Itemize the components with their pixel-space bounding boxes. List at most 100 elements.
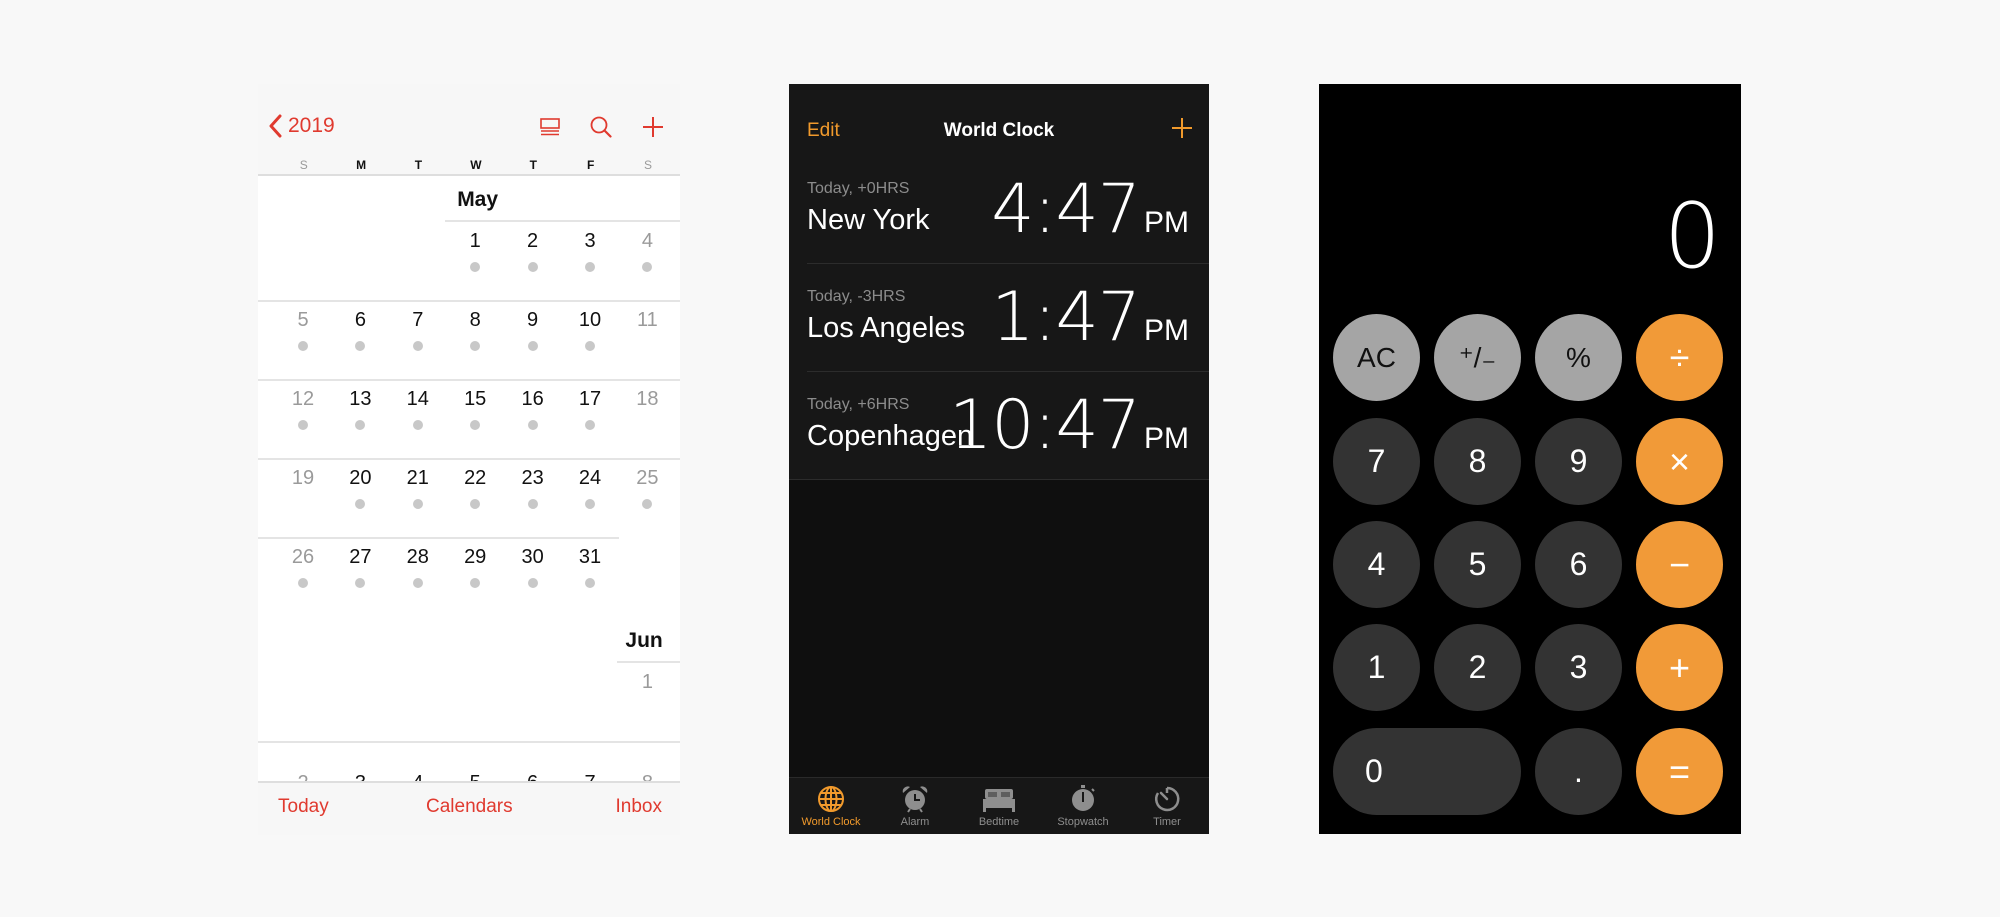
tab-world-clock[interactable]: World Clock — [789, 778, 873, 834]
list-view-button[interactable] — [540, 118, 560, 136]
key-5-button[interactable]: 5 — [1434, 521, 1521, 608]
key-0-button[interactable]: 0 — [1333, 728, 1521, 815]
calendar-day[interactable]: 15 — [446, 388, 504, 411]
key-subtract-button[interactable]: − — [1636, 521, 1723, 608]
event-dot — [355, 578, 366, 588]
divider — [258, 300, 680, 302]
time-offset: Today, +0HRS — [807, 180, 910, 197]
calendar-day[interactable]: 2 — [504, 230, 562, 253]
calendar-day[interactable]: 4 — [618, 230, 676, 253]
calendar-day[interactable]: 18 — [618, 388, 676, 411]
divider — [258, 741, 680, 743]
calendar-day[interactable]: 7 — [389, 309, 447, 332]
calendar-day[interactable]: 19 — [274, 467, 332, 490]
key-percent-button[interactable]: % — [1535, 314, 1622, 401]
key-sign-button[interactable]: ⁺/₋ — [1434, 314, 1521, 401]
key-divide-button[interactable]: ÷ — [1636, 314, 1723, 401]
calendar-day[interactable]: 9 — [504, 309, 562, 332]
key-3-button[interactable]: 3 — [1535, 624, 1622, 711]
calendar-day[interactable]: 3 — [561, 230, 619, 253]
calendars-button[interactable]: Calendars — [426, 796, 513, 818]
calendar-day[interactable]: 27 — [331, 546, 389, 569]
key-equals-button[interactable]: = — [1636, 728, 1723, 815]
calendar-day[interactable]: 16 — [504, 388, 562, 411]
calendar-day[interactable]: 14 — [389, 388, 447, 411]
am-pm: PM — [1144, 422, 1189, 455]
event-dot — [527, 341, 538, 351]
event-dot — [527, 262, 538, 272]
calendar-day[interactable]: 8 — [446, 309, 504, 332]
time-value: 10:47 — [949, 386, 1141, 465]
globe-icon — [818, 786, 844, 812]
calendar-day[interactable]: 11 — [618, 309, 676, 332]
calendar-day[interactable]: 1 — [618, 671, 676, 694]
calendar-day[interactable]: 12 — [274, 388, 332, 411]
world-clock-app: Edit World Clock Today, +0HRS New York 4… — [789, 84, 1209, 834]
key-4-button[interactable]: 4 — [1333, 521, 1420, 608]
calendar-day[interactable]: 5 — [274, 309, 332, 332]
calendar-day[interactable]: 31 — [561, 546, 619, 569]
weekday-label: T — [414, 158, 423, 172]
am-pm: PM — [1144, 314, 1189, 347]
city-name: Los Angeles — [807, 312, 966, 344]
calendar-day[interactable]: 1 — [446, 230, 504, 253]
month-label: Jun — [625, 629, 663, 652]
calendar-day[interactable]: 10 — [561, 309, 619, 332]
key-1-button[interactable]: 1 — [1333, 624, 1420, 711]
divider — [258, 458, 680, 460]
tab-alarm[interactable]: Alarm — [873, 778, 957, 834]
calendar-day[interactable]: 29 — [446, 546, 504, 569]
key-7-button[interactable]: 7 — [1333, 418, 1420, 505]
event-dot — [470, 262, 481, 272]
calendar-day[interactable]: 13 — [331, 388, 389, 411]
inbox-button[interactable]: Inbox — [616, 796, 662, 818]
calendar-day[interactable]: 6 — [331, 309, 389, 332]
key-8-button[interactable]: 8 — [1434, 418, 1521, 505]
key-multiply-button[interactable]: × — [1636, 418, 1723, 505]
add-event-button[interactable] — [642, 116, 664, 138]
key-add-button[interactable]: + — [1636, 624, 1723, 711]
search-button[interactable] — [590, 116, 612, 138]
clock-row[interactable]: Today, +6HRS Copenhagen 10:47 PM — [789, 372, 1209, 480]
calendar-day[interactable]: 30 — [504, 546, 562, 569]
key-6-button[interactable]: 6 — [1535, 521, 1622, 608]
event-dot — [585, 499, 595, 509]
month-label: May — [457, 188, 499, 211]
tab-stopwatch[interactable]: Stopwatch — [1041, 778, 1125, 834]
calendar-day[interactable]: 23 — [504, 467, 562, 490]
calendar-day[interactable]: 26 — [274, 546, 332, 569]
clock-row[interactable]: Today, -3HRS Los Angeles 1:47 PM — [789, 264, 1209, 372]
time-value: 1:47 — [991, 278, 1141, 357]
event-dot — [470, 341, 481, 351]
event-dot — [585, 262, 595, 272]
key-2-button[interactable]: 2 — [1434, 624, 1521, 711]
weekday-label: W — [470, 158, 482, 172]
calendar-day[interactable]: 21 — [389, 467, 447, 490]
calendar-day[interactable]: 28 — [389, 546, 447, 569]
time-offset: Today, -3HRS — [807, 288, 906, 305]
calendar-day[interactable]: 20 — [331, 467, 389, 490]
clock-row[interactable]: Today, +0HRS New York 4:47 PM — [789, 156, 1209, 264]
event-dot — [412, 420, 423, 430]
calendar-day[interactable]: 24 — [561, 467, 619, 490]
list-view-icon — [540, 118, 560, 136]
tab-bedtime[interactable]: Bedtime — [957, 778, 1041, 834]
event-dot — [298, 341, 308, 351]
calendar-day[interactable]: 22 — [446, 467, 504, 490]
calendar-day[interactable]: 25 — [618, 467, 676, 490]
calculator-display: 0 — [1663, 184, 1721, 289]
event-dot — [298, 578, 308, 588]
page-title: World Clock — [943, 120, 1055, 141]
event-dot — [470, 420, 481, 430]
alarm-clock-icon — [902, 786, 928, 813]
event-dot — [470, 578, 481, 588]
add-clock-button[interactable] — [1171, 117, 1193, 144]
edit-button[interactable]: Edit — [807, 120, 840, 142]
back-to-year-button[interactable]: 2019 — [268, 114, 335, 138]
key-9-button[interactable]: 9 — [1535, 418, 1622, 505]
key-clear-button[interactable]: AC — [1333, 314, 1420, 401]
calendar-day[interactable]: 17 — [561, 388, 619, 411]
key-decimal-button[interactable]: . — [1535, 728, 1622, 815]
tab-timer[interactable]: Timer — [1125, 778, 1209, 834]
today-button[interactable]: Today — [278, 796, 329, 818]
